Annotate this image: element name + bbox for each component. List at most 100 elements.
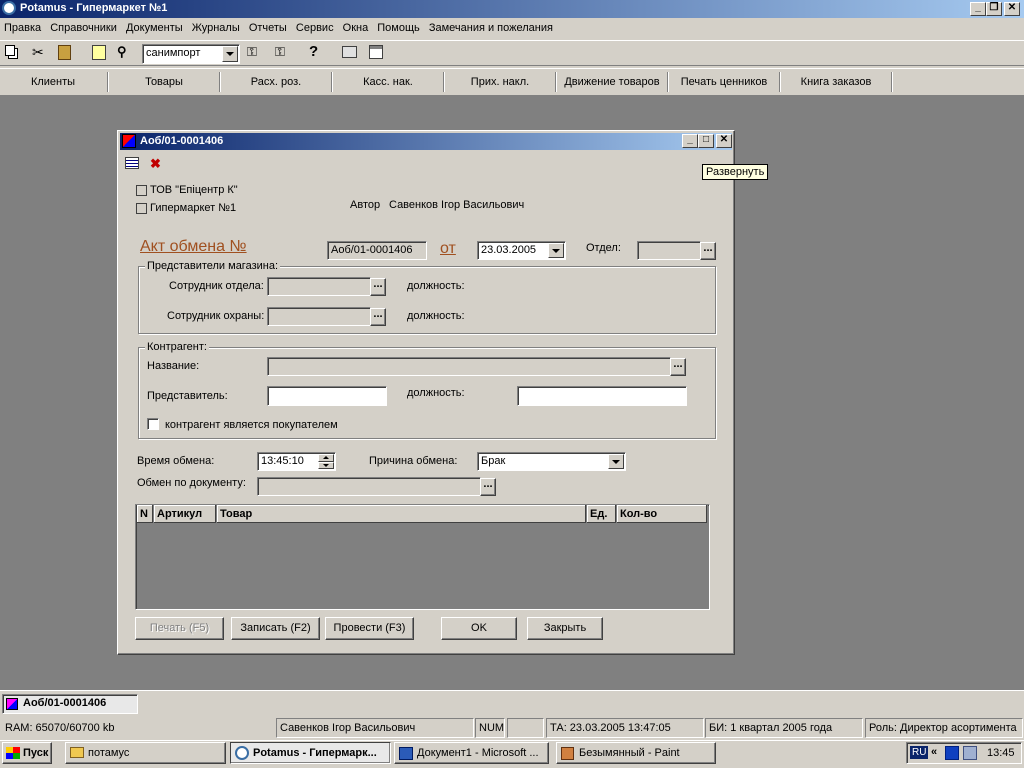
by-doc-field[interactable] bbox=[257, 477, 481, 496]
guard-position-label: должность: bbox=[407, 310, 465, 322]
menu-item-feedback[interactable]: Замечания и пожелания bbox=[429, 18, 559, 38]
by-doc-lookup-button[interactable]: ... bbox=[480, 478, 496, 496]
network-icon[interactable] bbox=[963, 746, 977, 760]
restore-button[interactable]: ❐ bbox=[986, 2, 1002, 16]
save-button[interactable]: Записать (F2) bbox=[231, 617, 320, 640]
media-player-icon[interactable] bbox=[945, 746, 959, 760]
date-picker[interactable]: 23.03.2005 bbox=[477, 241, 566, 260]
guard-field[interactable] bbox=[267, 307, 371, 326]
doc-minimize-button[interactable]: _ bbox=[682, 134, 698, 148]
column-header-product[interactable]: Товар bbox=[217, 505, 587, 523]
chevron-down-icon[interactable] bbox=[222, 46, 238, 62]
ok-button[interactable]: OK bbox=[441, 617, 517, 640]
menu-item-reports[interactable]: Отчеты bbox=[249, 18, 293, 38]
menu-item-documents[interactable]: Документы bbox=[126, 18, 189, 38]
doc-maximize-button[interactable]: □ bbox=[698, 134, 714, 148]
nav-price-tags-button[interactable]: Печать ценников bbox=[670, 73, 778, 91]
employee-position-label: должность: bbox=[407, 280, 465, 292]
time-spinner[interactable] bbox=[318, 454, 334, 469]
reason-label: Причина обмена: bbox=[369, 455, 458, 467]
window-tab[interactable]: Аоб/01-0001406 bbox=[2, 694, 138, 714]
nav-goods-button[interactable]: Товары bbox=[110, 73, 218, 91]
buyer-checkbox[interactable] bbox=[147, 418, 159, 430]
language-indicator[interactable]: RU bbox=[910, 746, 929, 759]
post-button[interactable]: Провести (F3) bbox=[325, 617, 414, 640]
dept-field[interactable] bbox=[637, 241, 701, 260]
column-header-qty[interactable]: Кол-во bbox=[617, 505, 708, 523]
items-table[interactable]: N Артикул Товар Ед. Кол-во bbox=[135, 504, 710, 610]
menu-item-windows[interactable]: Окна bbox=[343, 18, 375, 38]
employee-field[interactable] bbox=[267, 277, 371, 296]
guard-label: Сотрудник охраны: bbox=[167, 310, 265, 322]
nav-retail-expense-button[interactable]: Расх. роз. bbox=[222, 73, 330, 91]
folder-icon bbox=[70, 747, 84, 758]
contractor-position-input[interactable] bbox=[517, 386, 687, 406]
status-empty bbox=[507, 718, 544, 738]
doc-close-button[interactable]: ✕ bbox=[716, 134, 732, 148]
menu-item-service[interactable]: Сервис bbox=[296, 18, 340, 38]
contractor-lookup-button[interactable]: ... bbox=[670, 358, 686, 376]
cut-icon[interactable]: ✂ bbox=[32, 44, 44, 61]
status-ram: RAM: 65070/60700 kb bbox=[5, 722, 115, 734]
list-icon[interactable] bbox=[125, 157, 139, 169]
print-button[interactable]: Печать (F5) bbox=[135, 617, 224, 640]
close-doc-button[interactable]: Закрыть bbox=[527, 617, 603, 640]
contractor-name-field[interactable] bbox=[267, 357, 671, 376]
calendar-icon[interactable] bbox=[369, 45, 383, 59]
nav-clients-button[interactable]: Клиенты bbox=[0, 73, 106, 91]
store-reps-title: Представители магазина: bbox=[145, 260, 281, 272]
column-header-n[interactable]: N bbox=[137, 505, 154, 523]
date-value: 23.03.2005 bbox=[481, 244, 537, 256]
chevron-down-icon[interactable] bbox=[608, 454, 624, 469]
chevron-down-icon[interactable] bbox=[548, 243, 564, 258]
word-icon bbox=[399, 747, 413, 760]
column-header-unit[interactable]: Ед. bbox=[587, 505, 617, 523]
key-icon[interactable]: ⚿ bbox=[247, 44, 257, 60]
spin-up-icon[interactable] bbox=[318, 454, 334, 462]
contractor-position-label: должность: bbox=[407, 387, 465, 399]
help-icon[interactable]: ? bbox=[309, 43, 318, 60]
reason-select[interactable]: Брак bbox=[477, 452, 626, 471]
toolbar: ✂ ⚲ санимпорт ⚿ ⚿ ? bbox=[0, 40, 1024, 66]
spin-down-icon[interactable] bbox=[318, 461, 334, 469]
nav-incoming-invoice-button[interactable]: Прих. накл. bbox=[446, 73, 554, 91]
copy-icon[interactable] bbox=[5, 45, 15, 56]
paste-icon[interactable] bbox=[58, 45, 71, 60]
toolbar-combo[interactable]: санимпорт bbox=[142, 44, 240, 64]
dept-lookup-button[interactable]: ... bbox=[700, 242, 716, 260]
close-button[interactable]: ✕ bbox=[1004, 2, 1020, 16]
store-icon bbox=[136, 203, 147, 214]
taskbar-item-folder[interactable]: потамус bbox=[65, 742, 226, 764]
nav-order-book-button[interactable]: Книга заказов bbox=[782, 73, 890, 91]
status-ta: ТА: 23.03.2005 13:47:05 bbox=[546, 718, 704, 738]
start-button[interactable]: Пуск bbox=[2, 742, 52, 764]
minimize-button[interactable]: _ bbox=[970, 2, 986, 16]
menu-item-journals[interactable]: Журналы bbox=[192, 18, 246, 38]
contractor-rep-input[interactable] bbox=[267, 386, 387, 406]
column-header-article[interactable]: Артикул bbox=[154, 505, 217, 523]
menu-item-help[interactable]: Помощь bbox=[377, 18, 426, 38]
calculator-icon[interactable] bbox=[92, 45, 106, 60]
delete-icon[interactable]: ✖ bbox=[150, 156, 161, 172]
taskbar-item-label: потамус bbox=[88, 747, 130, 759]
taskbar-item-paint[interactable]: Безымянный - Paint bbox=[556, 742, 716, 764]
app-icon bbox=[2, 1, 16, 15]
status-bi: БИ: 1 квартал 2005 года bbox=[705, 718, 863, 738]
from-label: от bbox=[440, 240, 456, 257]
window-tab-label: Аоб/01-0001406 bbox=[23, 697, 107, 709]
taskbar-item-potamus[interactable]: Potamus - Гипермарк... bbox=[230, 742, 391, 764]
menu-item-edit[interactable]: Правка bbox=[4, 18, 47, 38]
menu-item-references[interactable]: Справочники bbox=[50, 18, 123, 38]
user-key-icon[interactable]: ⚿ bbox=[275, 44, 285, 60]
by-doc-label: Обмен по документу: bbox=[137, 477, 246, 489]
keyboard-icon[interactable] bbox=[342, 46, 357, 58]
taskbar-item-word[interactable]: Документ1 - Microsoft ... bbox=[394, 742, 549, 764]
nav-goods-movement-button[interactable]: Движение товаров bbox=[558, 73, 666, 91]
employee-lookup-button[interactable]: ... bbox=[370, 278, 386, 296]
guard-lookup-button[interactable]: ... bbox=[370, 308, 386, 326]
nav-separator bbox=[331, 72, 333, 92]
time-input[interactable]: 13:45:10 bbox=[257, 452, 336, 471]
tray-expand-icon[interactable]: « bbox=[931, 746, 937, 758]
binoculars-icon[interactable]: ⚲ bbox=[117, 44, 127, 60]
nav-cash-invoice-button[interactable]: Касс. нак. bbox=[334, 73, 442, 91]
